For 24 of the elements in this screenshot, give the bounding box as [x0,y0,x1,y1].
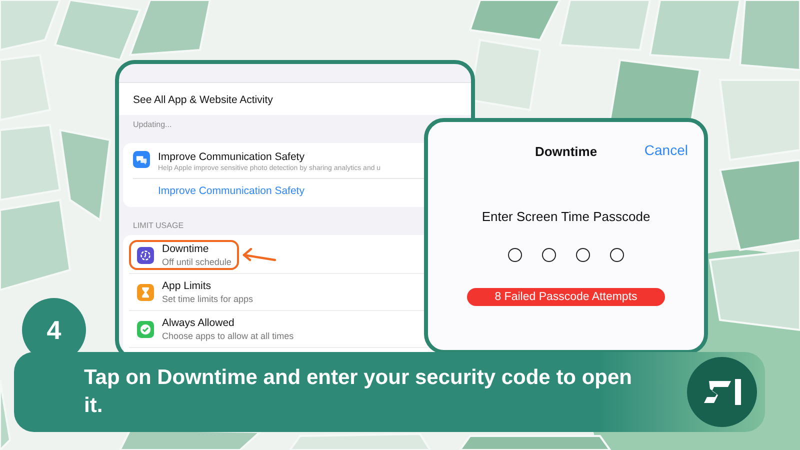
chat-bubble-icon [133,151,150,168]
row-title: App Limits [162,280,212,292]
safety-title: Improve Communication Safety [158,151,306,163]
pointer-arrow-icon [241,248,278,262]
status-text: Updating... [132,119,173,131]
row-title: Downtime [162,243,210,255]
safety-link[interactable]: Improve Communication Safety [158,185,304,197]
checkmark-badge-icon [137,320,154,338]
row-subtitle: Choose apps to allow at all times [162,331,294,341]
row-title: Always Allowed [162,317,236,329]
row-subtitle: Off until schedule [162,257,232,267]
settings-row[interactable]: App Limits Set time limits for apps [129,277,262,307]
passcode-prompt: Enter Screen Time Passcode [482,209,650,224]
activity-link[interactable]: See All App & Website Activity [133,94,273,106]
caption-text: Tap on Downtime and enter your security code to open it. [84,365,634,419]
error-badge: 8 Failed Passcode Attempts [467,288,665,306]
dialog-title: Downtime [534,144,598,159]
logo-icon [687,357,757,427]
moon-clock-icon [137,246,154,264]
section-header: LIMIT USAGE [132,220,185,232]
hourglass-icon [137,284,154,300]
row-subtitle: Set time limits for apps [162,294,254,304]
settings-row[interactable]: Always Allowed Choose apps to allow at all times [129,314,302,344]
settings-row[interactable]: Downtime Off until schedule [129,240,240,270]
